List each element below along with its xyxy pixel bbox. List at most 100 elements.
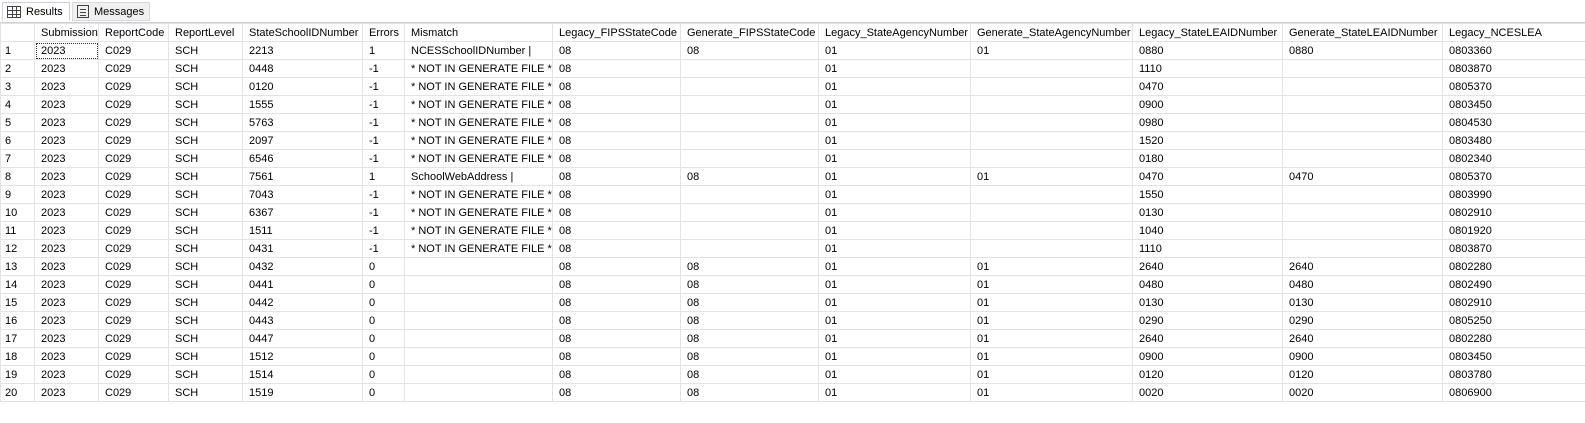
table-row[interactable]: 6 2023 C029 SCH 2097 -1 * NOT IN GENERATE FILE… [0, 131, 1585, 150]
grid-cell[interactable]: 08 [552, 275, 681, 294]
grid-cell[interactable]: C029 [98, 149, 169, 168]
row-number[interactable]: 14 [0, 275, 35, 294]
grid-cell[interactable]: 2640 [1282, 329, 1443, 348]
table-row[interactable]: 3 2023 C029 SCH 0120 -1 * NOT IN GENERATE FILE… [0, 77, 1585, 96]
grid-cell[interactable]: SCH [168, 167, 243, 186]
table-row[interactable]: 5 2023 C029 SCH 5763 -1 * NOT IN GENERATE FILE… [0, 113, 1585, 132]
grid-cell[interactable]: -1 [362, 59, 405, 78]
grid-cell[interactable]: 08 [680, 383, 819, 402]
grid-cell[interactable]: * NOT IN GENERATE FILE * [404, 77, 553, 96]
grid-cell[interactable]: 0803480 [1442, 131, 1585, 150]
grid-cell[interactable]: 08 [552, 95, 681, 114]
grid-cell[interactable]: 5763 [242, 113, 363, 132]
column-header[interactable]: Legacy_StateAgencyNumber [818, 23, 971, 42]
grid-cell[interactable]: SCH [168, 257, 243, 276]
grid-cell[interactable]: C029 [98, 167, 169, 186]
grid-cell[interactable]: 01 [818, 383, 971, 402]
grid-cell[interactable]: 01 [818, 59, 971, 78]
grid-cell[interactable]: 2023 [34, 257, 99, 276]
grid-cell[interactable] [404, 383, 553, 402]
grid-cell[interactable]: 01 [818, 365, 971, 384]
grid-cell[interactable] [970, 131, 1133, 150]
grid-cell[interactable]: 1512 [242, 347, 363, 366]
grid-cell[interactable]: 1555 [242, 95, 363, 114]
grid-cell[interactable] [404, 275, 553, 294]
table-row[interactable]: 7 2023 C029 SCH 6546 -1 * NOT IN GENERATE FILE… [0, 149, 1585, 168]
grid-cell[interactable]: * NOT IN GENERATE FILE * [404, 131, 553, 150]
grid-cell[interactable]: * NOT IN GENERATE FILE * [404, 203, 553, 222]
grid-cell[interactable]: 0480 [1282, 275, 1443, 294]
table-row[interactable]: 17 2023 C029 SCH 0447 0 08 08 01 01 2640 2640 080228… [0, 329, 1585, 348]
grid-cell[interactable]: SCH [168, 329, 243, 348]
grid-cell[interactable]: 0 [362, 257, 405, 276]
grid-cell[interactable]: 0 [362, 383, 405, 402]
grid-cell[interactable]: 01 [818, 41, 971, 60]
grid-cell[interactable] [1282, 203, 1443, 222]
grid-cell[interactable]: 0900 [1282, 347, 1443, 366]
grid-cell[interactable]: C029 [98, 257, 169, 276]
grid-cell[interactable] [404, 347, 553, 366]
column-header[interactable]: SubmissionYear [34, 23, 99, 42]
grid-cell[interactable]: 0805250 [1442, 311, 1585, 330]
grid-cell[interactable]: 01 [970, 383, 1133, 402]
table-row[interactable]: 4 2023 C029 SCH 1555 -1 * NOT IN GENERATE FILE… [0, 95, 1585, 114]
row-number[interactable]: 13 [0, 257, 35, 276]
grid-cell[interactable]: 0120 [1132, 365, 1283, 384]
grid-cell[interactable]: 0448 [242, 59, 363, 78]
column-header[interactable]: StateSchoolIDNumber [242, 23, 363, 42]
grid-cell[interactable] [970, 59, 1133, 78]
column-header[interactable]: Generate_FIPSStateCode [680, 23, 819, 42]
grid-cell[interactable]: 0900 [1132, 347, 1283, 366]
grid-cell[interactable]: 2023 [34, 95, 99, 114]
column-header[interactable]: Legacy_NCESLEA [1442, 23, 1585, 42]
grid-cell[interactable]: * NOT IN GENERATE FILE * [404, 59, 553, 78]
row-number[interactable]: 5 [0, 113, 35, 132]
grid-cell[interactable] [404, 329, 553, 348]
grid-cell[interactable]: SCH [168, 221, 243, 240]
grid-cell[interactable]: -1 [362, 221, 405, 240]
grid-cell[interactable]: 0442 [242, 293, 363, 312]
grid-cell[interactable]: C029 [98, 95, 169, 114]
grid-cell[interactable]: 0803870 [1442, 59, 1585, 78]
grid-cell[interactable]: 7561 [242, 167, 363, 186]
grid-cell[interactable]: 08 [552, 239, 681, 258]
grid-cell[interactable]: 01 [970, 167, 1133, 186]
grid-cell[interactable]: 0180 [1132, 149, 1283, 168]
grid-cell[interactable]: C029 [98, 59, 169, 78]
grid-cell[interactable] [1282, 77, 1443, 96]
grid-cell[interactable]: * NOT IN GENERATE FILE * [404, 221, 553, 240]
column-header[interactable]: ReportCode [98, 23, 169, 42]
row-number[interactable]: 6 [0, 131, 35, 150]
grid-cell[interactable]: 08 [552, 365, 681, 384]
grid-cell[interactable]: SCH [168, 347, 243, 366]
grid-cell[interactable]: 01 [970, 293, 1133, 312]
grid-cell[interactable]: 2640 [1132, 329, 1283, 348]
grid-cell[interactable] [404, 257, 553, 276]
grid-cell[interactable]: 01 [970, 275, 1133, 294]
grid-cell[interactable]: * NOT IN GENERATE FILE * [404, 149, 553, 168]
grid-cell[interactable]: * NOT IN GENERATE FILE * [404, 185, 553, 204]
grid-cell[interactable]: SCH [168, 131, 243, 150]
grid-cell[interactable]: 08 [680, 41, 819, 60]
column-header[interactable]: Mismatch [404, 23, 553, 42]
grid-cell[interactable]: 2640 [1282, 257, 1443, 276]
grid-cell[interactable]: 0803450 [1442, 95, 1585, 114]
grid-cell[interactable] [680, 131, 819, 150]
grid-cell[interactable]: C029 [98, 185, 169, 204]
grid-cell[interactable]: 0290 [1282, 311, 1443, 330]
table-row[interactable]: 13 2023 C029 SCH 0432 0 08 08 01 01 2640 2640 080228… [0, 257, 1585, 276]
grid-cell[interactable]: 01 [970, 365, 1133, 384]
grid-cell[interactable]: SCH [168, 365, 243, 384]
grid-cell[interactable]: 01 [818, 293, 971, 312]
grid-cell[interactable]: 08 [552, 257, 681, 276]
grid-cell[interactable]: 1511 [242, 221, 363, 240]
grid-cell[interactable]: 08 [680, 347, 819, 366]
grid-cell[interactable]: 2023 [34, 311, 99, 330]
grid-cell[interactable]: -1 [362, 185, 405, 204]
grid-cell[interactable]: 1040 [1132, 221, 1283, 240]
grid-cell[interactable]: 0900 [1132, 95, 1283, 114]
grid-cell[interactable]: 01 [818, 311, 971, 330]
grid-cell[interactable]: 1110 [1132, 239, 1283, 258]
row-number[interactable]: 1 [0, 41, 35, 60]
grid-cell[interactable]: 0441 [242, 275, 363, 294]
